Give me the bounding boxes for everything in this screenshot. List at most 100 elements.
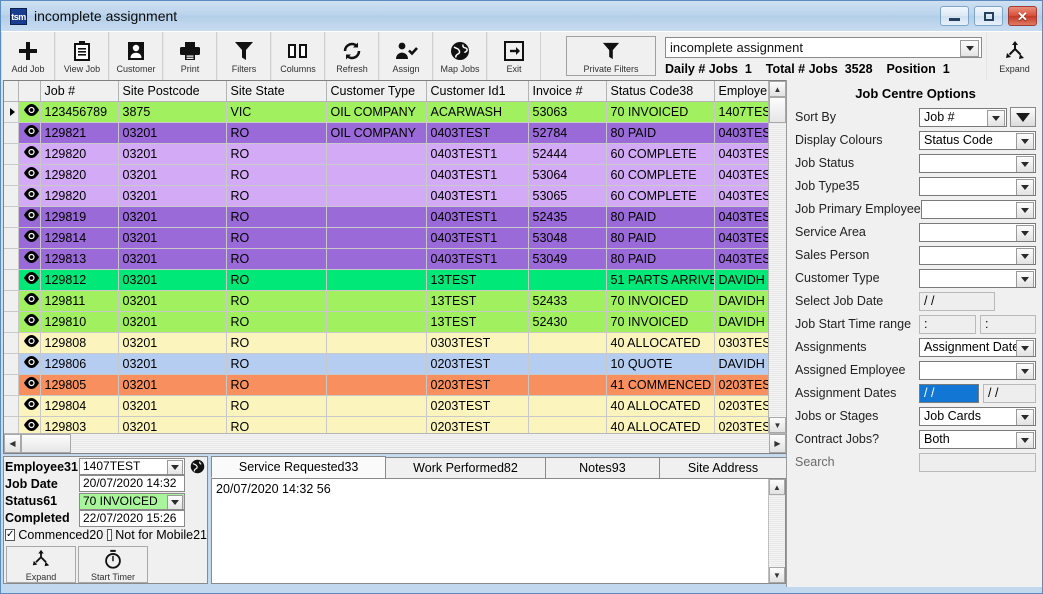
cell-employee[interactable]: 0403TES xyxy=(714,123,768,144)
cell-employee[interactable]: DAVIDH xyxy=(714,291,768,312)
cell-job[interactable]: 129808 xyxy=(40,333,118,354)
cell-state[interactable]: RO xyxy=(226,354,326,375)
cell-state[interactable]: RO xyxy=(226,375,326,396)
cell-employee[interactable]: 0203TES xyxy=(714,417,768,434)
option-date-select-job-date[interactable]: / / xyxy=(919,292,995,311)
table-row[interactable]: 12981403201RO0403TEST15304880 PAID0403TE… xyxy=(4,228,768,249)
table-row[interactable]: 12980503201RO0203TEST41 COMMENCED0203TES xyxy=(4,375,768,396)
row-view-button[interactable] xyxy=(18,396,40,417)
add-job-button[interactable]: Add Job xyxy=(1,32,55,80)
table-row[interactable]: 12980803201RO0303TEST40 ALLOCATED0303TES xyxy=(4,333,768,354)
row-view-button[interactable] xyxy=(18,165,40,186)
row-view-button[interactable] xyxy=(18,144,40,165)
cell-postcode[interactable]: 03201 xyxy=(118,144,226,165)
cell-custtype[interactable] xyxy=(326,312,426,333)
cell-custtype[interactable] xyxy=(326,333,426,354)
commenced-checkbox[interactable]: ✓ xyxy=(5,529,15,541)
cell-state[interactable]: RO xyxy=(226,207,326,228)
cell-postcode[interactable]: 03201 xyxy=(118,165,226,186)
map-location-button[interactable] xyxy=(187,459,207,474)
column-header-site-postcode[interactable]: Site Postcode xyxy=(118,81,226,102)
cell-job[interactable]: 129813 xyxy=(40,249,118,270)
row-marker-cell[interactable] xyxy=(4,270,18,291)
cell-employee[interactable]: DAVIDH xyxy=(714,354,768,375)
column-header-customer-id[interactable]: Customer Id1 xyxy=(426,81,528,102)
cell-employee[interactable]: DAVIDH xyxy=(714,312,768,333)
cell-custtype[interactable] xyxy=(326,396,426,417)
tab-scroll-up-button[interactable]: ▲ xyxy=(769,479,785,495)
tab-scroll-down-button[interactable]: ▼ xyxy=(769,567,785,583)
cell-state[interactable]: RO xyxy=(226,123,326,144)
cell-custid[interactable]: 0203TEST xyxy=(426,417,528,434)
chevron-down-icon[interactable] xyxy=(1016,340,1034,357)
cell-invoice[interactable] xyxy=(528,333,606,354)
cell-status[interactable]: 60 COMPLETE xyxy=(606,165,714,186)
cell-job[interactable]: 123456789 xyxy=(40,102,118,123)
row-view-button[interactable] xyxy=(18,186,40,207)
cell-status[interactable]: 60 COMPLETE xyxy=(606,186,714,207)
column-header-customer-type[interactable]: Customer Type xyxy=(326,81,426,102)
table-row[interactable]: 12980403201RO0203TEST40 ALLOCATED0203TES xyxy=(4,396,768,417)
row-marker-cell[interactable] xyxy=(4,123,18,144)
cell-job[interactable]: 129810 xyxy=(40,312,118,333)
option-time-from[interactable]: : xyxy=(919,315,976,334)
chevron-down-icon[interactable] xyxy=(1016,225,1034,242)
cell-invoice[interactable]: 53064 xyxy=(528,165,606,186)
cell-status[interactable]: 40 ALLOCATED xyxy=(606,396,714,417)
row-view-button[interactable] xyxy=(18,102,40,123)
cell-postcode[interactable]: 03201 xyxy=(118,291,226,312)
column-header-job[interactable]: Job # xyxy=(40,81,118,102)
cell-state[interactable]: RO xyxy=(226,144,326,165)
status-field[interactable]: 70 INVOICED xyxy=(79,493,185,510)
table-row[interactable]: 12981103201RO13TEST5243370 INVOICEDDAVID… xyxy=(4,291,768,312)
cell-status[interactable]: 70 INVOICED xyxy=(606,291,714,312)
cell-job[interactable]: 129803 xyxy=(40,417,118,434)
tab-notes93[interactable]: Notes93 xyxy=(545,457,660,478)
table-row[interactable]: 12981903201RO0403TEST15243580 PAID0403TE… xyxy=(4,207,768,228)
cell-job[interactable]: 129806 xyxy=(40,354,118,375)
option-text-search[interactable] xyxy=(919,453,1036,472)
cell-employee[interactable]: 1407TES xyxy=(714,102,768,123)
table-row[interactable]: 12982003201RO0403TEST15244460 COMPLETE04… xyxy=(4,144,768,165)
cell-custtype[interactable] xyxy=(326,270,426,291)
option-combo-assignments[interactable]: Assignment Date xyxy=(919,338,1036,357)
completed-field[interactable]: 22/07/2020 15:26 xyxy=(79,510,185,527)
cell-postcode[interactable]: 03201 xyxy=(118,354,226,375)
cell-invoice[interactable]: 53048 xyxy=(528,228,606,249)
chevron-down-icon[interactable] xyxy=(1016,202,1034,219)
column-header-invoice[interactable]: Invoice # xyxy=(528,81,606,102)
cell-invoice[interactable]: 52433 xyxy=(528,291,606,312)
chevron-down-icon[interactable] xyxy=(1016,409,1034,426)
cell-status[interactable]: 80 PAID xyxy=(606,207,714,228)
chevron-down-icon[interactable] xyxy=(1016,271,1034,288)
row-marker-cell[interactable] xyxy=(4,186,18,207)
service-requested-text[interactable]: 20/07/2020 14:32 56 xyxy=(212,479,768,583)
cell-postcode[interactable]: 03201 xyxy=(118,186,226,207)
cell-custtype[interactable] xyxy=(326,375,426,396)
cell-invoice[interactable]: 52444 xyxy=(528,144,606,165)
table-row[interactable]: 12981003201RO13TEST5243070 INVOICEDDAVID… xyxy=(4,312,768,333)
row-view-button[interactable] xyxy=(18,333,40,354)
scroll-down-button[interactable]: ▼ xyxy=(769,417,786,433)
cell-state[interactable]: RO xyxy=(226,270,326,291)
cell-job[interactable]: 129819 xyxy=(40,207,118,228)
cell-state[interactable]: VIC xyxy=(226,102,326,123)
cell-status[interactable]: 10 QUOTE xyxy=(606,354,714,375)
cell-custid[interactable]: 0203TEST xyxy=(426,396,528,417)
table-row[interactable]: 12981203201RO13TEST51 PARTS ARRIVEDDAVID… xyxy=(4,270,768,291)
cell-custid[interactable]: 13TEST xyxy=(426,291,528,312)
cell-status[interactable]: 70 INVOICED xyxy=(606,102,714,123)
cell-postcode[interactable]: 03201 xyxy=(118,207,226,228)
print-button[interactable]: Print xyxy=(163,32,217,80)
cell-status[interactable]: 70 INVOICED xyxy=(606,312,714,333)
tab-work-performed82[interactable]: Work Performed82 xyxy=(385,457,546,478)
option-combo-display-colours[interactable]: Status Code xyxy=(919,131,1036,150)
horizontal-scroll-thumb[interactable] xyxy=(21,434,71,453)
cell-status[interactable]: 80 PAID xyxy=(606,228,714,249)
cell-invoice[interactable] xyxy=(528,417,606,434)
row-marker-cell[interactable] xyxy=(4,291,18,312)
exit-button[interactable]: Exit xyxy=(487,32,541,80)
start-timer-button[interactable]: Start Timer xyxy=(78,546,148,583)
cell-custid[interactable]: 0403TEST1 xyxy=(426,186,528,207)
cell-state[interactable]: RO xyxy=(226,396,326,417)
